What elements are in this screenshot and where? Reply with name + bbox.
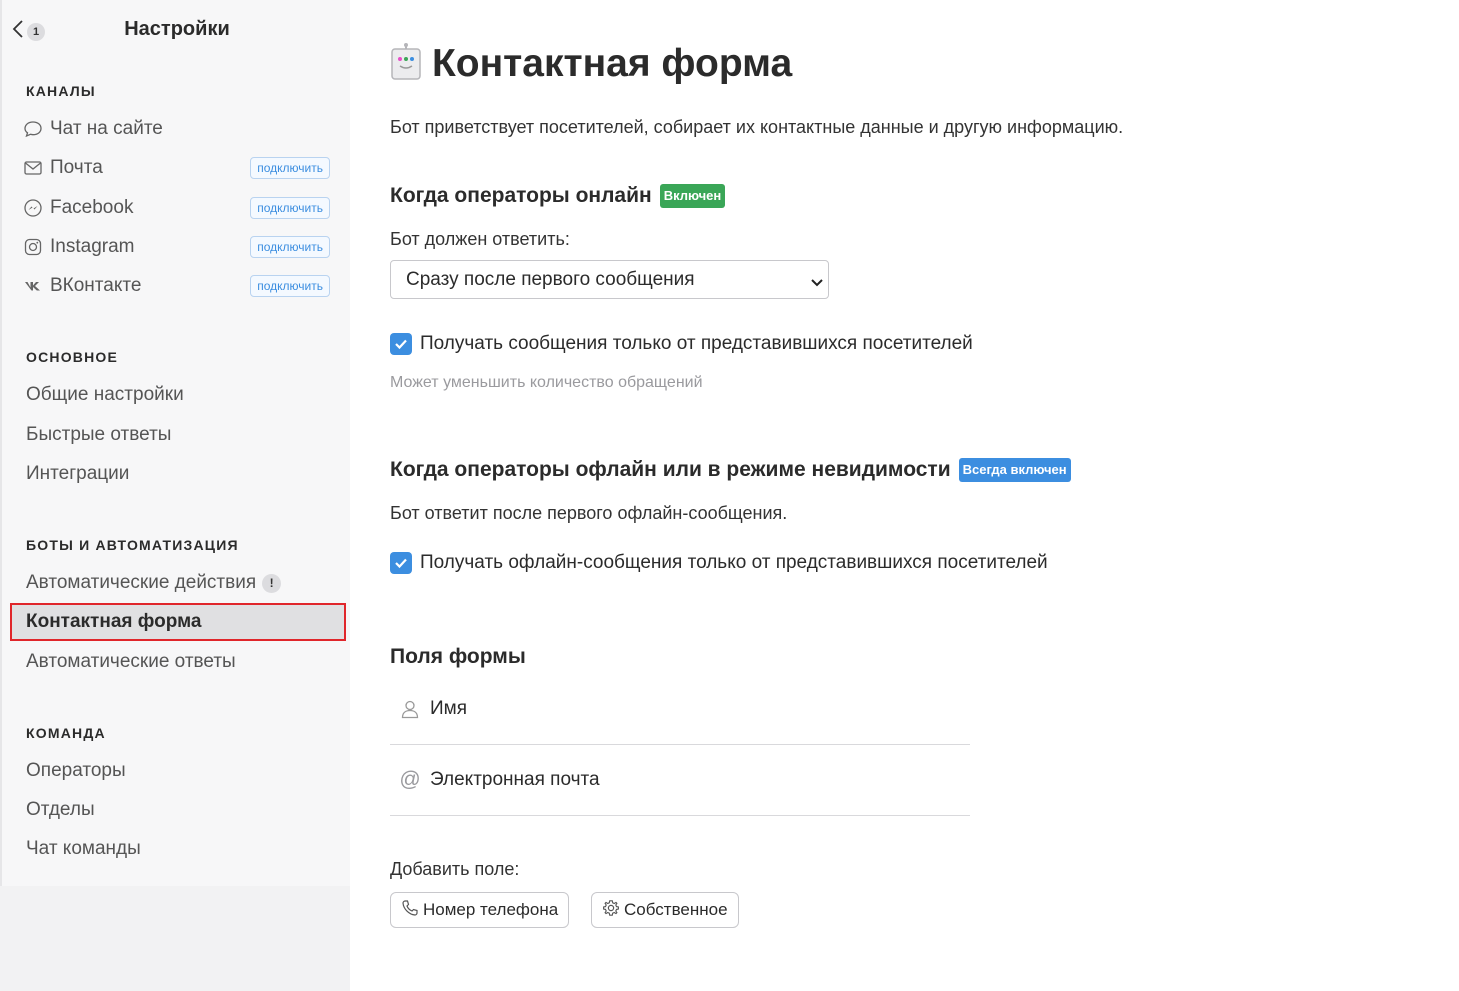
gear-icon	[602, 899, 620, 922]
sidebar-item-label: Контактная форма	[26, 611, 202, 632]
sidebar-item-label: Автоматические действия	[26, 572, 257, 593]
offline-identified-only-checkbox[interactable]: Получать офлайн-сообщения только от пред…	[390, 552, 1048, 574]
sidebar: Настройки 1 КАНАЛЫ Чат на сайте Почта по…	[0, 0, 350, 991]
add-field-label: Добавить поле:	[390, 859, 520, 879]
sidebar-item-label: Чат на сайте	[50, 118, 163, 139]
online-identified-only-checkbox[interactable]: Получать сообщения только от представивш…	[390, 333, 973, 355]
sidebar-item-vkontakte[interactable]: ВКонтакте подключить	[22, 271, 332, 301]
reply-timing-value: Сразу после первого сообщения	[406, 268, 695, 290]
sidebar-item-label: Facebook	[50, 197, 134, 218]
sidebar-item-team-chat[interactable]: Чат команды	[26, 834, 336, 864]
instagram-icon	[22, 236, 44, 258]
section-title-channels: КАНАЛЫ	[26, 83, 96, 99]
user-icon	[390, 699, 430, 719]
sidebar-item-auto-actions[interactable]: Автоматические действия !	[26, 568, 336, 598]
form-field-email[interactable]: @ Электронная почта	[390, 745, 970, 816]
sidebar-item-site-chat[interactable]: Чат на сайте	[22, 114, 332, 144]
sidebar-title: Настройки	[124, 18, 230, 40]
sidebar-item-mail[interactable]: Почта подключить	[22, 153, 332, 183]
bot-icon	[390, 42, 422, 86]
connect-vk-button[interactable]: подключить	[250, 275, 330, 297]
reply-label: Бот должен ответить:	[390, 229, 570, 249]
form-field-label: Имя	[430, 698, 468, 719]
sidebar-item-departments[interactable]: Отделы	[26, 795, 336, 825]
warning-badge-icon: !	[262, 573, 282, 593]
checkbox-checked-icon[interactable]	[390, 333, 412, 355]
section-title-bots: БОТЫ И АВТОМАТИЗАЦИЯ	[26, 537, 239, 553]
checkbox-label: Получать сообщения только от представивш…	[420, 333, 973, 354]
offline-section-heading: Когда операторы офлайн или в режиме неви…	[390, 458, 1071, 482]
form-fields-heading-text: Поля формы	[390, 645, 526, 668]
sidebar-item-label: ВКонтакте	[50, 275, 142, 296]
sidebar-item-instagram[interactable]: Instagram подключить	[22, 232, 332, 262]
add-button-label: Собственное	[624, 900, 728, 919]
section-title-main: ОСНОВНОЕ	[26, 349, 119, 365]
sidebar-item-general-settings[interactable]: Общие настройки	[26, 380, 336, 410]
chat-bubble-icon	[22, 118, 44, 140]
sidebar-item-facebook[interactable]: Facebook подключить	[22, 193, 332, 223]
add-custom-field-button[interactable]: Собственное	[591, 892, 739, 928]
sidebar-item-quick-replies[interactable]: Быстрые ответы	[26, 420, 336, 450]
add-phone-field-button[interactable]: Номер телефона	[390, 892, 570, 928]
connect-mail-button[interactable]: подключить	[250, 157, 330, 179]
form-field-label: Электронная почта	[430, 769, 600, 790]
back-count-badge: 1	[27, 22, 45, 41]
sidebar-item-contact-form[interactable]: Контактная форма	[10, 603, 346, 641]
checkbox-label: Получать офлайн-сообщения только от пред…	[420, 552, 1048, 573]
checkbox-checked-icon[interactable]	[390, 552, 412, 574]
at-icon: @	[399, 768, 421, 791]
page-title: Контактная форма	[390, 42, 792, 86]
phone-icon	[401, 899, 419, 922]
messenger-icon	[22, 197, 44, 219]
connect-instagram-button[interactable]: подключить	[250, 236, 330, 258]
sidebar-panel: Настройки 1 КАНАЛЫ Чат на сайте Почта по…	[0, 0, 350, 886]
sidebar-item-label: Instagram	[50, 236, 135, 257]
online-heading-text: Когда операторы онлайн	[390, 184, 652, 207]
status-badge-always-on: Всегда включен	[958, 458, 1071, 482]
sidebar-item-auto-replies[interactable]: Автоматические ответы	[26, 647, 336, 677]
section-title-team: КОМАНДА	[26, 725, 106, 741]
form-field-name[interactable]: Имя	[390, 674, 970, 745]
status-badge-enabled: Включен	[659, 184, 726, 208]
online-section-heading: Когда операторы онлайн Включен	[390, 184, 726, 208]
chevron-down-icon	[810, 273, 824, 287]
connect-facebook-button[interactable]: подключить	[250, 197, 330, 219]
vk-icon	[22, 275, 44, 297]
sidebar-header: Настройки 1	[2, 12, 352, 48]
chevron-left-icon	[12, 19, 24, 44]
sidebar-item-label: Почта	[50, 157, 103, 178]
checkbox-hint: Может уменьшить количество обращений	[390, 374, 703, 391]
mail-icon	[22, 157, 44, 179]
add-button-label: Номер телефона	[423, 900, 559, 919]
reply-timing-select[interactable]: Сразу после первого сообщения	[390, 260, 829, 299]
page-description: Бот приветствует посетителей, собирает и…	[390, 117, 1124, 137]
sidebar-item-integrations[interactable]: Интеграции	[26, 459, 336, 489]
offline-note: Бот ответит после первого офлайн-сообщен…	[390, 503, 788, 523]
sidebar-item-operators[interactable]: Операторы	[26, 756, 336, 786]
back-button[interactable]: 1	[12, 19, 45, 44]
page-heading: Контактная форма	[432, 42, 793, 85]
form-fields-heading: Поля формы	[390, 645, 526, 669]
offline-heading-text: Когда операторы офлайн или в режиме неви…	[390, 458, 951, 481]
